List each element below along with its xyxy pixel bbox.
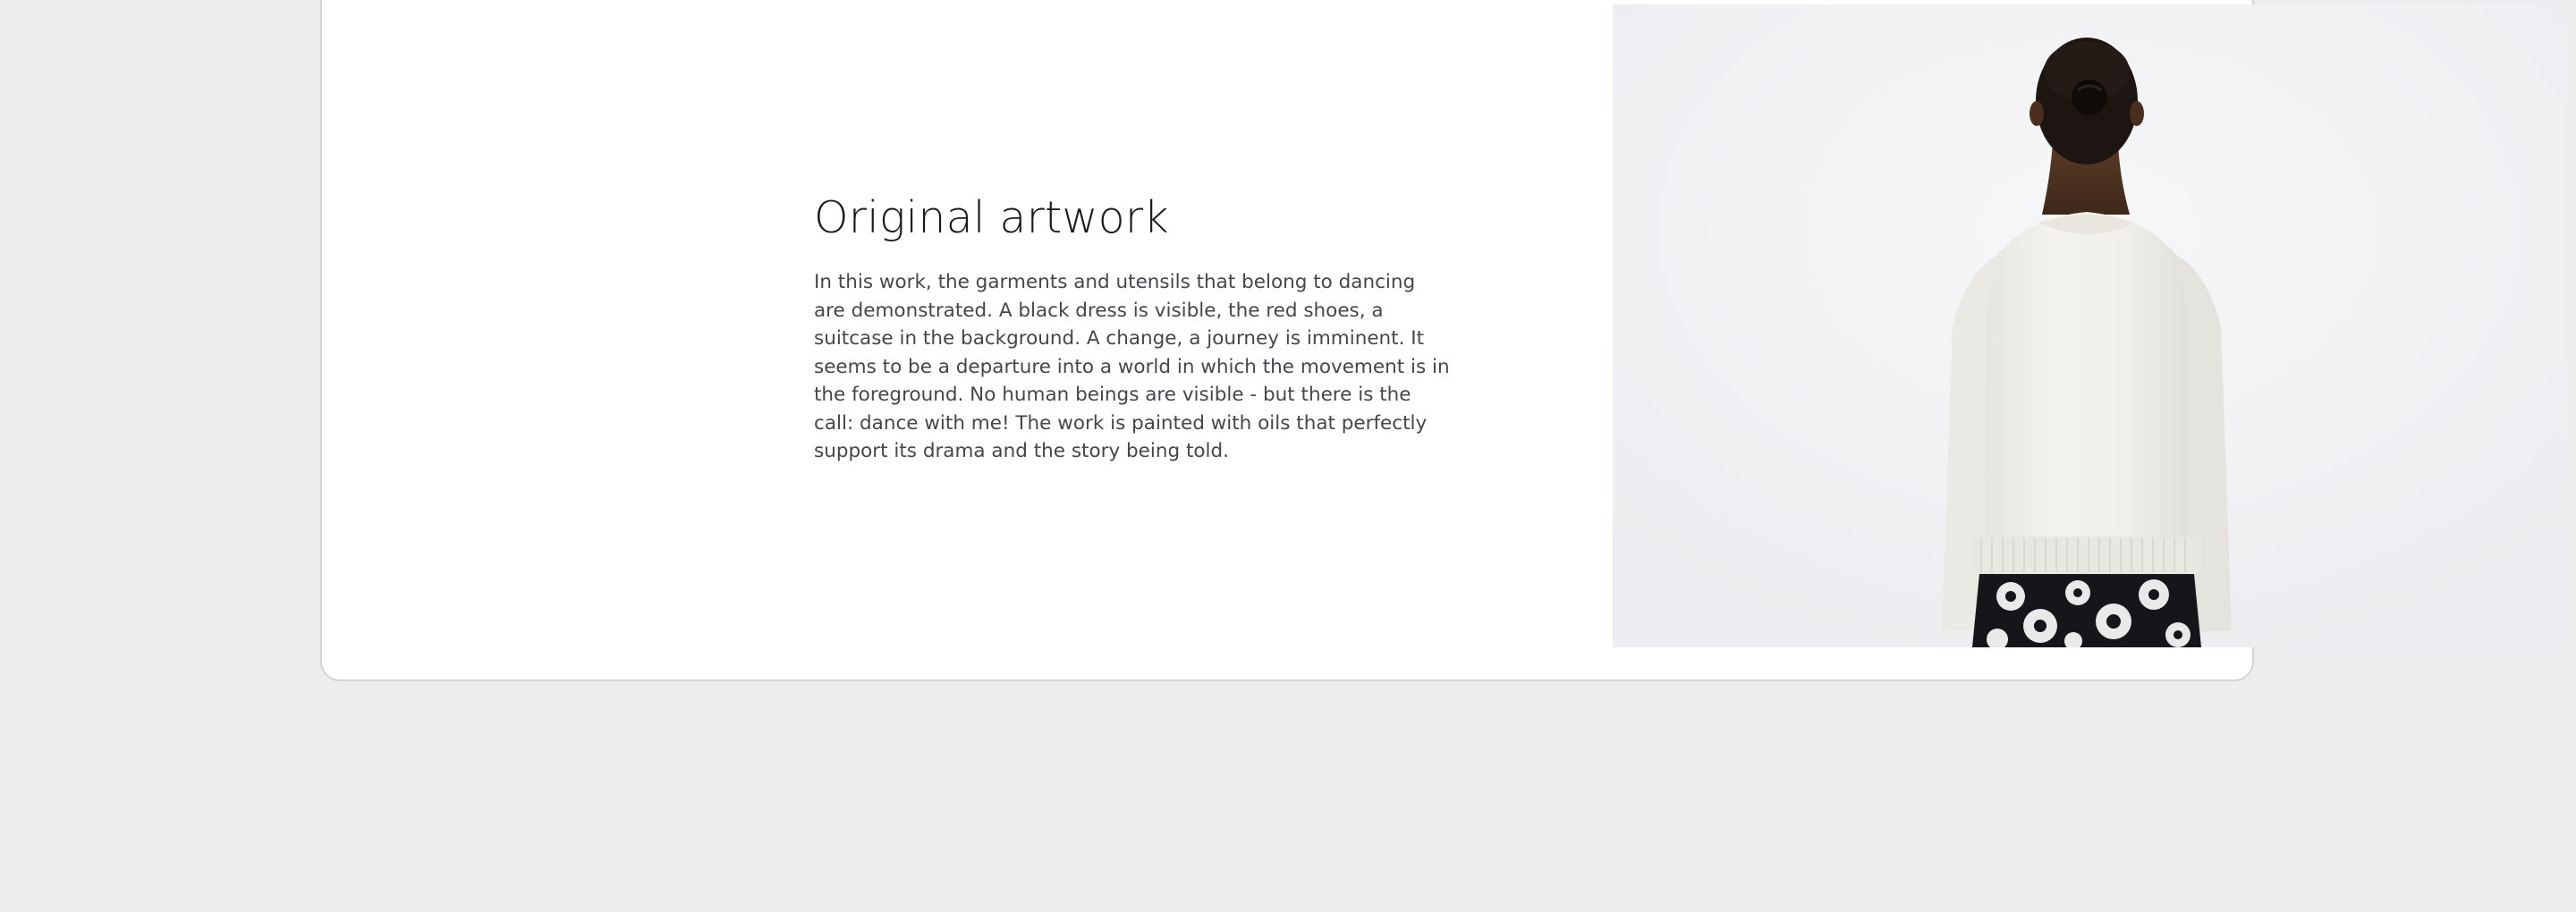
- artwork-card: Original artwork In this work, the garme…: [320, 0, 2566, 681]
- artwork-image: [1613, 4, 2566, 647]
- artwork-title: Original artwork: [814, 192, 1169, 243]
- artwork-description: In this work, the garments and utensils …: [814, 271, 1450, 462]
- model-photo: [1613, 4, 2566, 647]
- artwork-text-block: Original artwork In this work, the garme…: [814, 191, 1458, 466]
- page: Original artwork In this work, the garme…: [0, 0, 2576, 912]
